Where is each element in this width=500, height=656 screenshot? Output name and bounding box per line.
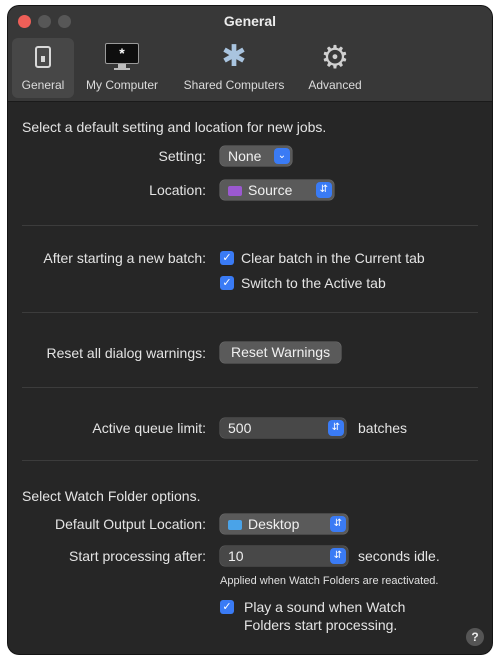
output-location-label: Default Output Location: [55, 516, 206, 532]
monitor-icon: * [104, 42, 140, 72]
play-sound-label-line1: Play a sound when Watch [244, 599, 406, 615]
setting-value: None [228, 148, 262, 164]
warnings-label: Reset all dialog warnings: [46, 345, 206, 361]
toolbar-tab-label: Advanced [308, 78, 362, 92]
play-sound-checkbox[interactable]: ✓ [220, 600, 234, 614]
start-processing-combobox[interactable]: 10 ⇵ [220, 546, 348, 566]
play-sound-label-line2: Folders start processing. [244, 617, 398, 633]
toolbar-tab-general[interactable]: General [13, 39, 73, 92]
start-processing-label: Start processing after: [69, 548, 206, 564]
clear-batch-checkbox[interactable]: ✓ [220, 251, 234, 265]
reset-warnings-button[interactable]: Reset Warnings [220, 342, 342, 363]
title-bar: General General * My Computer ✱ Shared C… [8, 6, 492, 102]
asterisk-network-icon: ✱ [221, 40, 247, 73]
queue-limit-value: 500 [228, 420, 252, 436]
defaults-heading: Select a default setting and location fo… [22, 119, 327, 135]
toolbar-tab-label: My Computer [85, 78, 159, 92]
clear-batch-label: Clear batch in the Current tab [241, 250, 425, 266]
watch-heading: Select Watch Folder options. [22, 488, 201, 504]
up-down-chevron-icon: ⇵ [328, 420, 344, 436]
up-down-chevron-icon: ⇵ [330, 516, 346, 532]
source-folder-icon [228, 186, 242, 196]
toolbar-tab-advanced[interactable]: ⚙ Advanced [302, 39, 368, 92]
help-button[interactable]: ? [466, 628, 484, 646]
general-switch-icon [35, 46, 51, 68]
up-down-chevron-icon: ⇵ [316, 182, 332, 198]
output-location-popup[interactable]: Desktop ⇵ [220, 514, 348, 534]
queue-limit-combobox[interactable]: 500 ⇵ [220, 418, 346, 438]
setting-popup[interactable]: None ⌄ [220, 146, 292, 166]
window-title: General [223, 13, 277, 29]
output-location-value: Desktop [248, 516, 300, 532]
reactivation-note: Applied when Watch Folders are reactivat… [220, 575, 439, 587]
location-value: Source [248, 182, 293, 198]
toolbar-tab-shared-computers[interactable]: ✱ Shared Computers [178, 39, 290, 92]
gear-icon: ⚙ [320, 39, 350, 75]
switch-active-checkbox[interactable]: ✓ [220, 276, 234, 290]
location-label: Location: [149, 182, 206, 198]
toolbar-tab-my-computer[interactable]: * My Computer [80, 39, 164, 92]
start-processing-unit: seconds idle. [358, 548, 440, 564]
toolbar-tab-label: Shared Computers [183, 78, 285, 92]
setting-label: Setting: [158, 148, 206, 164]
up-down-chevron-icon: ⇵ [330, 548, 346, 564]
toolbar-tab-label: General [21, 78, 65, 92]
start-processing-value: 10 [228, 548, 244, 564]
batch-label: After starting a new batch: [43, 250, 206, 266]
preferences-window: General General * My Computer ✱ Shared C… [8, 6, 492, 654]
chevron-down-icon: ⌄ [274, 148, 290, 164]
divider [22, 312, 478, 313]
queue-unit: batches [358, 420, 408, 436]
divider [22, 225, 478, 226]
divider [22, 460, 478, 461]
desktop-folder-icon [228, 520, 242, 530]
switch-active-label: Switch to the Active tab [241, 275, 386, 291]
location-popup[interactable]: Source ⇵ [220, 180, 334, 200]
queue-label: Active queue limit: [92, 420, 206, 436]
divider [22, 387, 478, 388]
